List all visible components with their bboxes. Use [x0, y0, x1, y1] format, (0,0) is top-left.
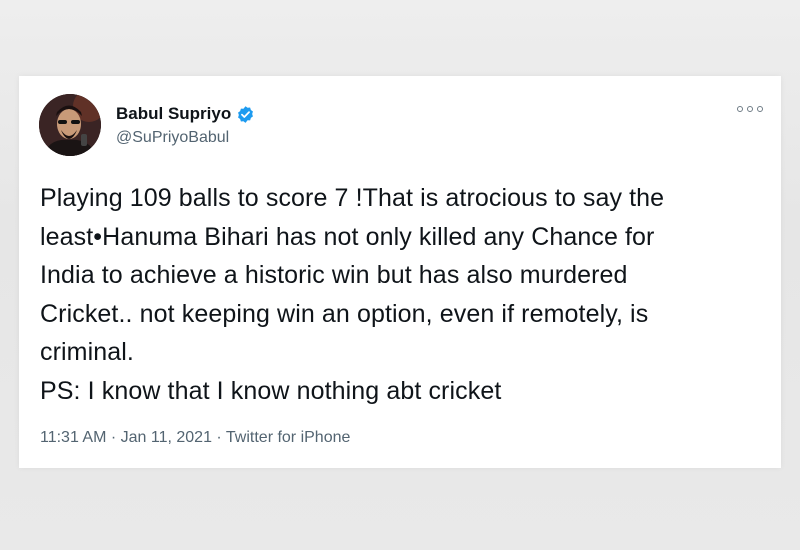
- tweet-timestamp-source[interactable]: 11:31 AM · Jan 11, 2021 · Twitter for iP…: [40, 429, 350, 447]
- tweet-text: Playing 109 balls to score 7 !That is at…: [40, 179, 770, 410]
- tweet-text-line: least•Hanuma Bihari has not only killed …: [40, 222, 655, 251]
- more-options-icon[interactable]: [737, 104, 763, 114]
- tweet-text-line: Cricket.. not keeping win an option, eve…: [40, 299, 649, 328]
- author-handle[interactable]: @SuPriyoBabul: [116, 129, 229, 147]
- tweet-card: Babul Supriyo @SuPriyoBabul Playing 109 …: [19, 76, 781, 468]
- avatar-image: [39, 94, 101, 156]
- tweet-text-line: India to achieve a historic win but has …: [40, 261, 628, 289]
- more-dot: [747, 106, 753, 112]
- tweet-text-line: PS: I know that I know nothing abt crick…: [40, 376, 502, 405]
- avatar[interactable]: [39, 94, 101, 156]
- tweet-text-line: criminal.: [40, 338, 134, 366]
- more-dot: [757, 106, 763, 112]
- tweet-text-line: Playing 109 balls to score 7 !That is at…: [40, 184, 665, 212]
- author-name-row: Babul Supriyo: [116, 103, 255, 125]
- more-dot: [737, 106, 743, 112]
- author-display-name[interactable]: Babul Supriyo: [116, 104, 231, 124]
- verified-badge-icon: [236, 105, 255, 124]
